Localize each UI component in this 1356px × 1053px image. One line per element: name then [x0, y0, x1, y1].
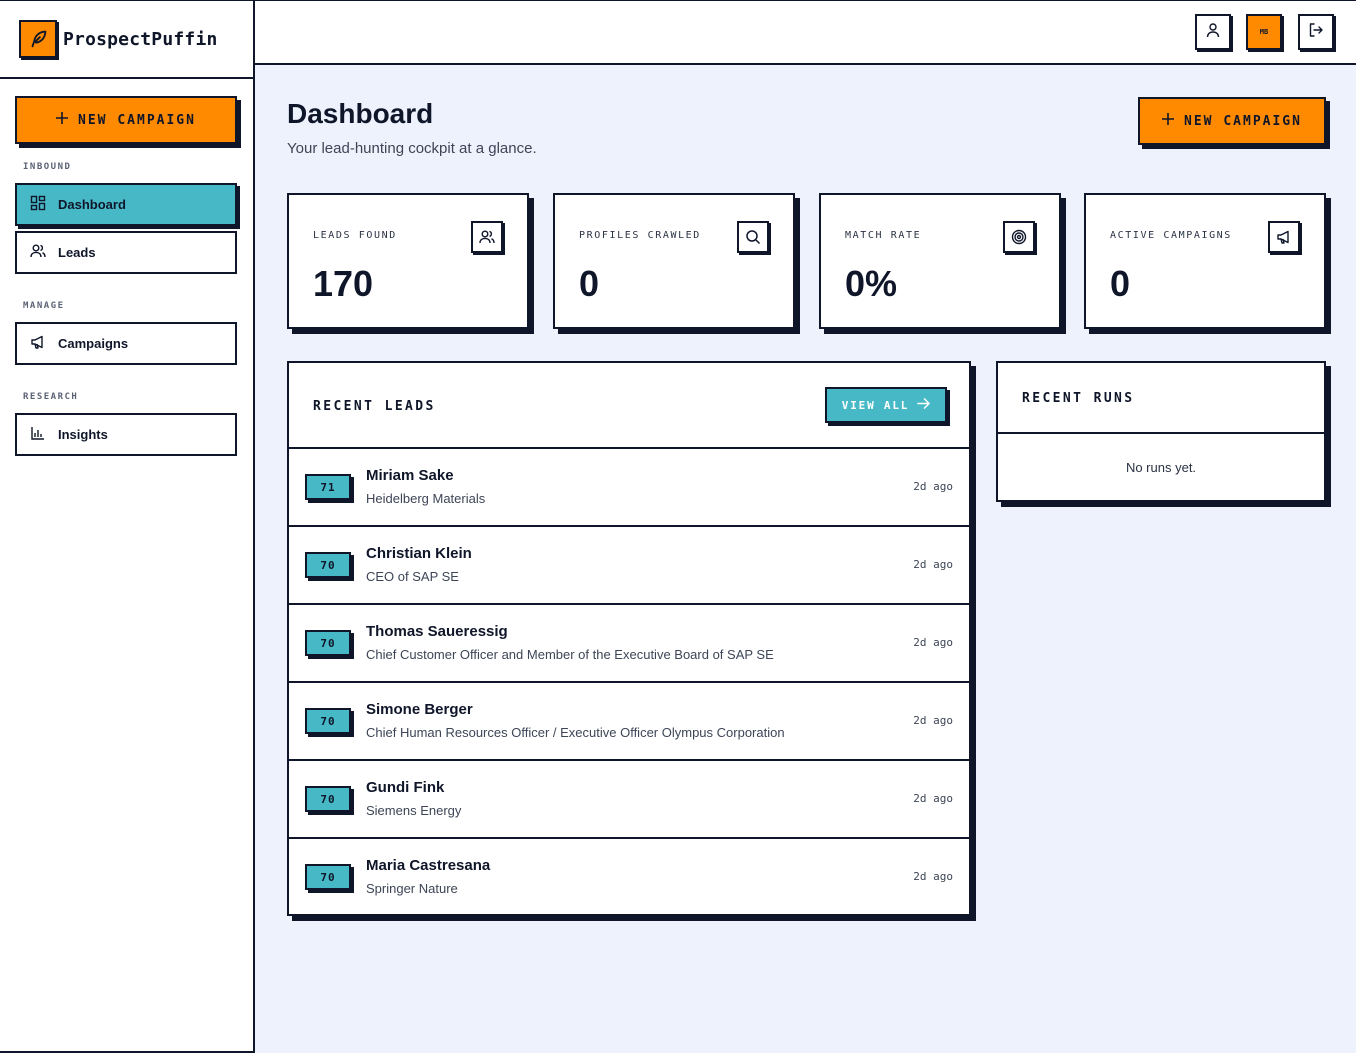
section-label-research: RESEARCH — [23, 392, 79, 402]
section-label-inbound: INBOUND — [23, 162, 72, 172]
score-badge: 71 — [305, 474, 351, 500]
target-icon — [1003, 221, 1035, 253]
lead-subtitle: CEO of SAP SE — [366, 569, 459, 584]
grid-icon — [30, 195, 46, 214]
stat-label: MATCH RATE — [845, 230, 922, 241]
sidebar-item-campaigns[interactable]: Campaigns — [15, 322, 237, 365]
stat-label: PROFILES CRAWLED — [579, 230, 701, 241]
lead-subtitle: Siemens Energy — [366, 803, 462, 818]
sidebar-item-label: Leads — [58, 245, 96, 260]
list-item[interactable]: 71 Miriam Sake Heidelberg Materials 2d ago — [289, 449, 969, 527]
list-item[interactable]: 70 Thomas Saueressig Chief Customer Office… — [289, 605, 969, 683]
page-title: Dashboard — [287, 98, 434, 129]
new-campaign-button[interactable]: NEW CAMPAIGN — [1138, 97, 1326, 145]
sidebar-item-label: Campaigns — [58, 336, 129, 351]
logout-icon — [1308, 22, 1324, 43]
lead-time: 2d ago — [913, 636, 953, 649]
users-icon — [30, 243, 46, 262]
lead-time: 2d ago — [913, 792, 953, 805]
bar-chart-icon — [30, 425, 46, 444]
lead-time: 2d ago — [913, 480, 953, 493]
lead-subtitle: Heidelberg Materials — [366, 491, 486, 506]
recent-leads-list: 71 Miriam Sake Heidelberg Materials 2d ago 7… — [289, 449, 969, 917]
avatar[interactable]: MB — [1246, 14, 1282, 50]
lead-name: Gundi Fink — [366, 779, 445, 796]
lead-name: Maria Castresana — [366, 857, 491, 874]
stat-card-profiles-crawled: PROFILES CRAWLED 0 — [553, 193, 795, 329]
sidebar-new-campaign-label: NEW CAMPAIGN — [78, 112, 196, 128]
section-label-manage: MANAGE — [23, 301, 65, 311]
lead-name: Simone Berger — [366, 701, 473, 718]
score-badge: 70 — [305, 708, 351, 734]
search-icon — [737, 221, 769, 253]
lead-time: 2d ago — [913, 714, 953, 727]
recent-leads-header: RECENT LEADS VIEW ALL — [289, 363, 969, 449]
stat-value: 0% — [845, 263, 898, 304]
logout-button[interactable] — [1298, 14, 1334, 50]
users-icon — [471, 221, 503, 253]
stat-value: 170 — [313, 263, 374, 304]
view-all-button[interactable]: VIEW ALL — [825, 387, 947, 423]
stat-card-match-rate: MATCH RATE 0% — [819, 193, 1061, 329]
recent-runs-empty: No runs yet. — [1125, 460, 1197, 475]
profile-button[interactable] — [1195, 14, 1231, 50]
brand-name: ProspectPuffin — [63, 28, 218, 50]
score-badge: 70 — [305, 864, 351, 890]
lead-subtitle: Springer Nature — [366, 881, 458, 896]
sidebar-new-campaign-button[interactable]: NEW CAMPAIGN — [15, 96, 237, 144]
lead-name: Thomas Saueressig — [366, 623, 508, 640]
score-badge: 70 — [305, 552, 351, 578]
lead-name: Christian Klein — [366, 545, 472, 562]
stat-value: 0 — [579, 263, 600, 304]
sidebar-item-insights[interactable]: Insights — [15, 413, 237, 456]
lead-time: 2d ago — [913, 558, 953, 571]
recent-runs-header: RECENT RUNS — [998, 363, 1324, 434]
user-icon — [1205, 22, 1221, 43]
sidebar: ProspectPuffin NEW CAMPAIGN INBOUND Dash… — [0, 0, 255, 1053]
recent-leads-title: RECENT LEADS — [313, 399, 436, 414]
page-subtitle: Your lead-hunting cockpit at a glance. — [287, 140, 537, 157]
list-item[interactable]: 70 Christian Klein CEO of SAP SE 2d ago — [289, 527, 969, 605]
recent-leads-panel: RECENT LEADS VIEW ALL 71 Miriam Sake Heide… — [287, 361, 971, 916]
plus-icon — [1162, 113, 1175, 129]
sidebar-item-label: Insights — [58, 427, 108, 442]
sidebar-item-label: Dashboard — [58, 197, 126, 212]
feather-icon — [19, 20, 57, 58]
score-badge: 70 — [305, 630, 351, 656]
lead-name: Miriam Sake — [366, 467, 454, 484]
sidebar-item-dashboard[interactable]: Dashboard — [15, 183, 237, 226]
sidebar-item-leads[interactable]: Leads — [15, 231, 237, 274]
recent-runs-title: RECENT RUNS — [1022, 391, 1135, 406]
topbar: MB — [255, 0, 1356, 65]
list-item[interactable]: 70 Maria Castresana Springer Nature 2d ago — [289, 839, 969, 917]
lead-subtitle: Chief Customer Officer and Member of the… — [366, 647, 774, 662]
score-badge: 70 — [305, 786, 351, 812]
stat-label: ACTIVE CAMPAIGNS — [1110, 230, 1232, 241]
megaphone-icon — [1268, 221, 1300, 253]
new-campaign-label: NEW CAMPAIGN — [1184, 113, 1302, 129]
stat-card-leads-found: LEADS FOUND 170 — [287, 193, 529, 329]
megaphone-icon — [30, 334, 46, 353]
lead-time: 2d ago — [913, 870, 953, 883]
list-item[interactable]: 70 Gundi Fink Siemens Energy 2d ago — [289, 761, 969, 839]
lead-subtitle: Chief Human Resources Officer / Executiv… — [366, 725, 785, 740]
arrow-right-icon — [917, 397, 931, 413]
plus-icon — [56, 112, 69, 128]
stat-card-active-campaigns: ACTIVE CAMPAIGNS 0 — [1084, 193, 1326, 329]
brand[interactable]: ProspectPuffin — [0, 1, 253, 79]
stat-label: LEADS FOUND — [313, 230, 397, 241]
stat-value: 0 — [1110, 263, 1131, 304]
recent-runs-panel: RECENT RUNS No runs yet. — [996, 361, 1326, 502]
view-all-label: VIEW ALL — [841, 398, 910, 412]
list-item[interactable]: 70 Simone Berger Chief Human Resources Off… — [289, 683, 969, 761]
